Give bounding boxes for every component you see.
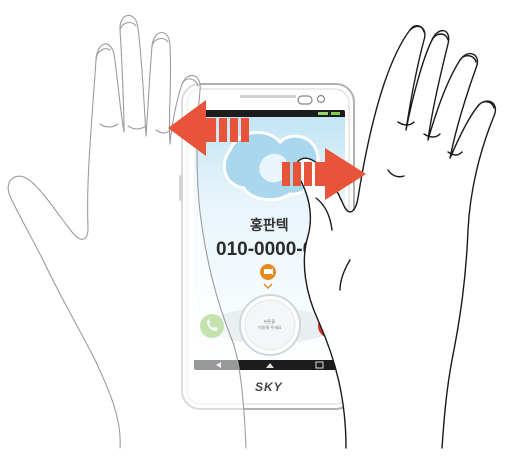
battery-icon bbox=[331, 112, 340, 115]
video-camera-icon bbox=[264, 269, 270, 274]
brand-logo: SKY bbox=[255, 380, 283, 394]
contact-name: 홍판텍 bbox=[250, 217, 289, 234]
slider-hint-line1: 버튼을 bbox=[264, 318, 275, 324]
gesture-illustration: 홍판텍 010-0000-0000 버튼을 이동해 주세요 SKY bbox=[7, 14, 497, 449]
signal-icon bbox=[318, 112, 328, 115]
slider-hint-line2: 이동해 주세요 bbox=[258, 324, 282, 330]
earpiece-icon bbox=[240, 95, 296, 98]
